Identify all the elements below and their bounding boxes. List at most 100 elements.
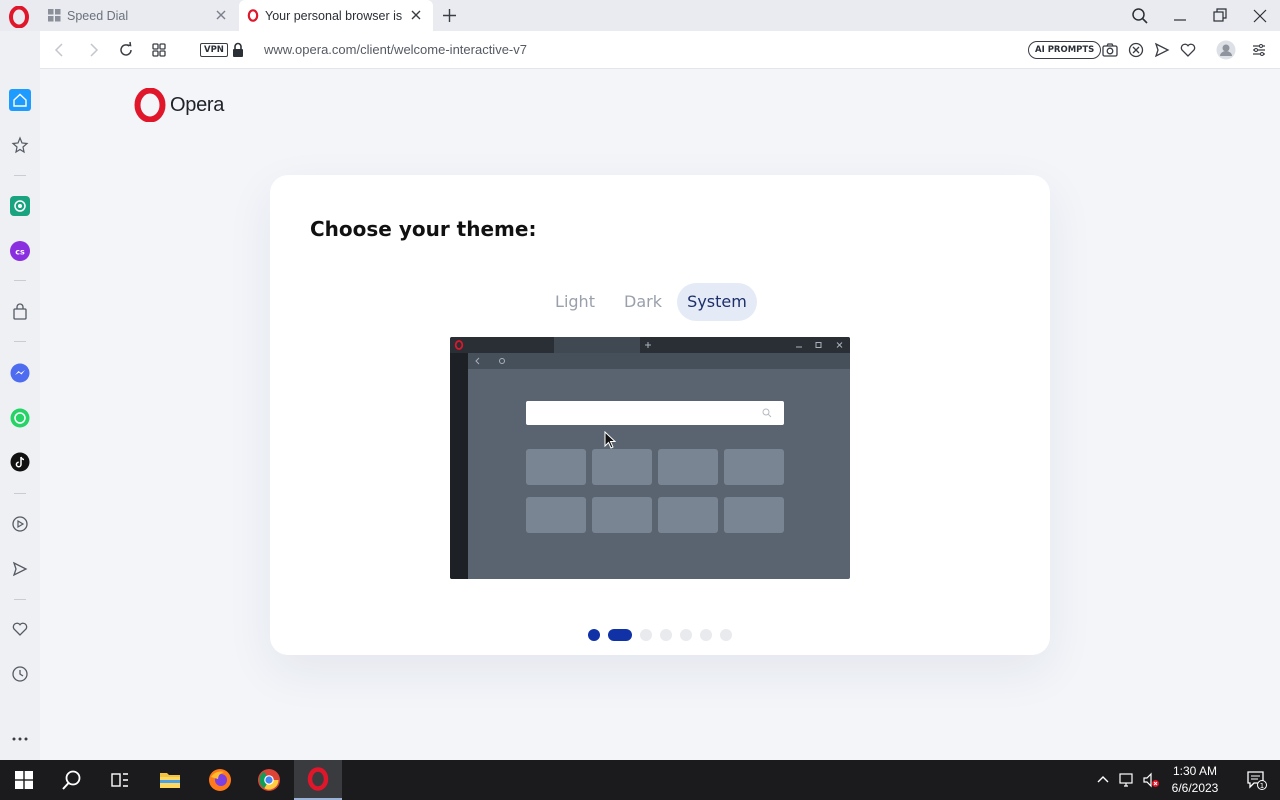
sidebar-whatsapp[interactable] bbox=[9, 407, 31, 429]
opera-icon bbox=[307, 767, 329, 791]
sidebar-more[interactable] bbox=[9, 728, 31, 750]
close-tab-icon[interactable] bbox=[409, 8, 423, 22]
sidebar-separator bbox=[14, 175, 26, 176]
taskbar-chrome[interactable] bbox=[245, 760, 293, 800]
more-icon bbox=[12, 737, 28, 741]
theme-option-system[interactable]: System bbox=[677, 283, 757, 321]
theme-option-dark[interactable]: Dark bbox=[614, 283, 672, 321]
preview-sidebar bbox=[450, 353, 468, 579]
start-button[interactable] bbox=[0, 760, 48, 800]
clock-date: 6/6/2023 bbox=[1171, 781, 1219, 795]
preview-search-icon bbox=[762, 408, 772, 418]
show-hidden-icons-icon[interactable] bbox=[1094, 771, 1112, 789]
reload-icon[interactable] bbox=[117, 41, 135, 59]
sidebar-player[interactable] bbox=[9, 513, 31, 535]
preview-opera-icon bbox=[454, 340, 464, 350]
sidebar-chatsonic[interactable]: cs bbox=[9, 240, 31, 262]
sidebar-separator bbox=[14, 341, 26, 342]
preview-plus-icon bbox=[645, 342, 651, 348]
opera-logo-icon bbox=[134, 88, 166, 122]
firefox-icon bbox=[209, 769, 231, 791]
taskbar-firefox[interactable] bbox=[196, 760, 244, 800]
sidebar-separator bbox=[14, 493, 26, 494]
tiktok-icon bbox=[10, 452, 30, 472]
step-indicator bbox=[588, 629, 732, 641]
chatgpt-icon bbox=[10, 196, 30, 216]
minimize-icon[interactable] bbox=[1170, 6, 1190, 26]
ad-block-icon[interactable] bbox=[1127, 41, 1145, 59]
sidebar-separator bbox=[14, 599, 26, 600]
taskbar-file-explorer[interactable] bbox=[146, 760, 194, 800]
tab-label: Speed Dial bbox=[67, 8, 129, 23]
notifications-icon: 1 bbox=[1247, 771, 1267, 790]
tab-speed-dial[interactable]: Speed Dial bbox=[40, 0, 238, 31]
sidebar-home[interactable] bbox=[9, 89, 31, 111]
forward-icon[interactable] bbox=[84, 41, 102, 59]
preview-tab bbox=[554, 337, 640, 353]
close-window-icon[interactable] bbox=[1250, 6, 1270, 26]
step-dot[interactable] bbox=[720, 629, 732, 641]
tab-search-icon[interactable] bbox=[1130, 6, 1150, 26]
step-dot-current[interactable] bbox=[608, 629, 632, 641]
send-icon bbox=[12, 561, 28, 577]
player-icon bbox=[12, 516, 28, 532]
sidebar-shopping[interactable] bbox=[9, 301, 31, 323]
sidebar-pinboards[interactable] bbox=[9, 134, 31, 156]
send-icon[interactable] bbox=[1153, 41, 1171, 59]
task-view-button[interactable] bbox=[96, 760, 144, 800]
back-icon[interactable] bbox=[51, 41, 69, 59]
step-dot[interactable] bbox=[588, 629, 600, 641]
sidebar-history[interactable] bbox=[9, 663, 31, 685]
whatsapp-icon bbox=[10, 408, 30, 428]
network-icon[interactable] bbox=[1118, 771, 1136, 789]
tabs-overview-icon[interactable] bbox=[150, 41, 168, 59]
bookmark-heart-icon[interactable] bbox=[1179, 41, 1197, 59]
sidebar: cs bbox=[0, 31, 40, 760]
pinboard-icon bbox=[11, 136, 29, 154]
notification-count: 1 bbox=[1260, 782, 1264, 790]
taskbar-opera[interactable] bbox=[294, 760, 342, 800]
windows-taskbar: 1:30 AM 6/6/2023 1 bbox=[0, 760, 1280, 800]
card-title: Choose your theme: bbox=[310, 217, 537, 241]
windows-logo-icon bbox=[15, 771, 33, 789]
address-bar: VPN www.opera.com/client/welcome-interac… bbox=[40, 31, 1280, 69]
history-icon bbox=[12, 666, 28, 682]
ai-prompts-button[interactable]: AI PROMPTS bbox=[1028, 41, 1102, 59]
preview-tile bbox=[724, 449, 784, 485]
profile-icon[interactable] bbox=[1216, 40, 1236, 60]
mouse-cursor-icon bbox=[604, 431, 617, 449]
lock-icon[interactable] bbox=[231, 42, 245, 58]
theme-option-light[interactable]: Light bbox=[546, 283, 604, 321]
close-tab-icon[interactable] bbox=[214, 8, 228, 22]
sidebar-messenger[interactable] bbox=[9, 362, 31, 384]
step-dot[interactable] bbox=[700, 629, 712, 641]
step-dot[interactable] bbox=[640, 629, 652, 641]
preview-tile bbox=[526, 497, 586, 533]
sidebar-bookmarks[interactable] bbox=[9, 618, 31, 640]
opera-menu-icon[interactable] bbox=[8, 6, 30, 28]
action-center-button[interactable]: 1 bbox=[1232, 760, 1280, 800]
easy-setup-icon[interactable] bbox=[1250, 41, 1268, 59]
vpn-badge[interactable]: VPN bbox=[200, 43, 228, 57]
chatsonic-icon: cs bbox=[10, 241, 30, 261]
system-clock[interactable]: 1:30 AM 6/6/2023 bbox=[1163, 763, 1227, 797]
new-tab-icon[interactable] bbox=[441, 7, 458, 24]
volume-muted-icon[interactable] bbox=[1142, 771, 1160, 789]
snapshot-icon[interactable] bbox=[1101, 41, 1119, 59]
home-icon bbox=[13, 93, 27, 107]
url-field[interactable]: www.opera.com/client/welcome-interactive… bbox=[264, 42, 527, 57]
restore-icon[interactable] bbox=[1210, 6, 1230, 26]
step-dot[interactable] bbox=[660, 629, 672, 641]
svg-text:cs: cs bbox=[15, 248, 25, 257]
chrome-icon bbox=[258, 769, 280, 791]
logo-text: Opera bbox=[170, 93, 225, 116]
tab-label: Your personal browser is a bbox=[265, 8, 405, 23]
taskbar-search[interactable] bbox=[48, 760, 96, 800]
step-dot[interactable] bbox=[680, 629, 692, 641]
sidebar-flow[interactable] bbox=[9, 558, 31, 580]
sidebar-tiktok[interactable] bbox=[9, 451, 31, 473]
tab-welcome[interactable]: Your personal browser is a bbox=[239, 0, 433, 31]
sidebar-chatgpt[interactable] bbox=[9, 195, 31, 217]
preview-tile bbox=[592, 497, 652, 533]
preview-nav-icons bbox=[475, 357, 505, 365]
